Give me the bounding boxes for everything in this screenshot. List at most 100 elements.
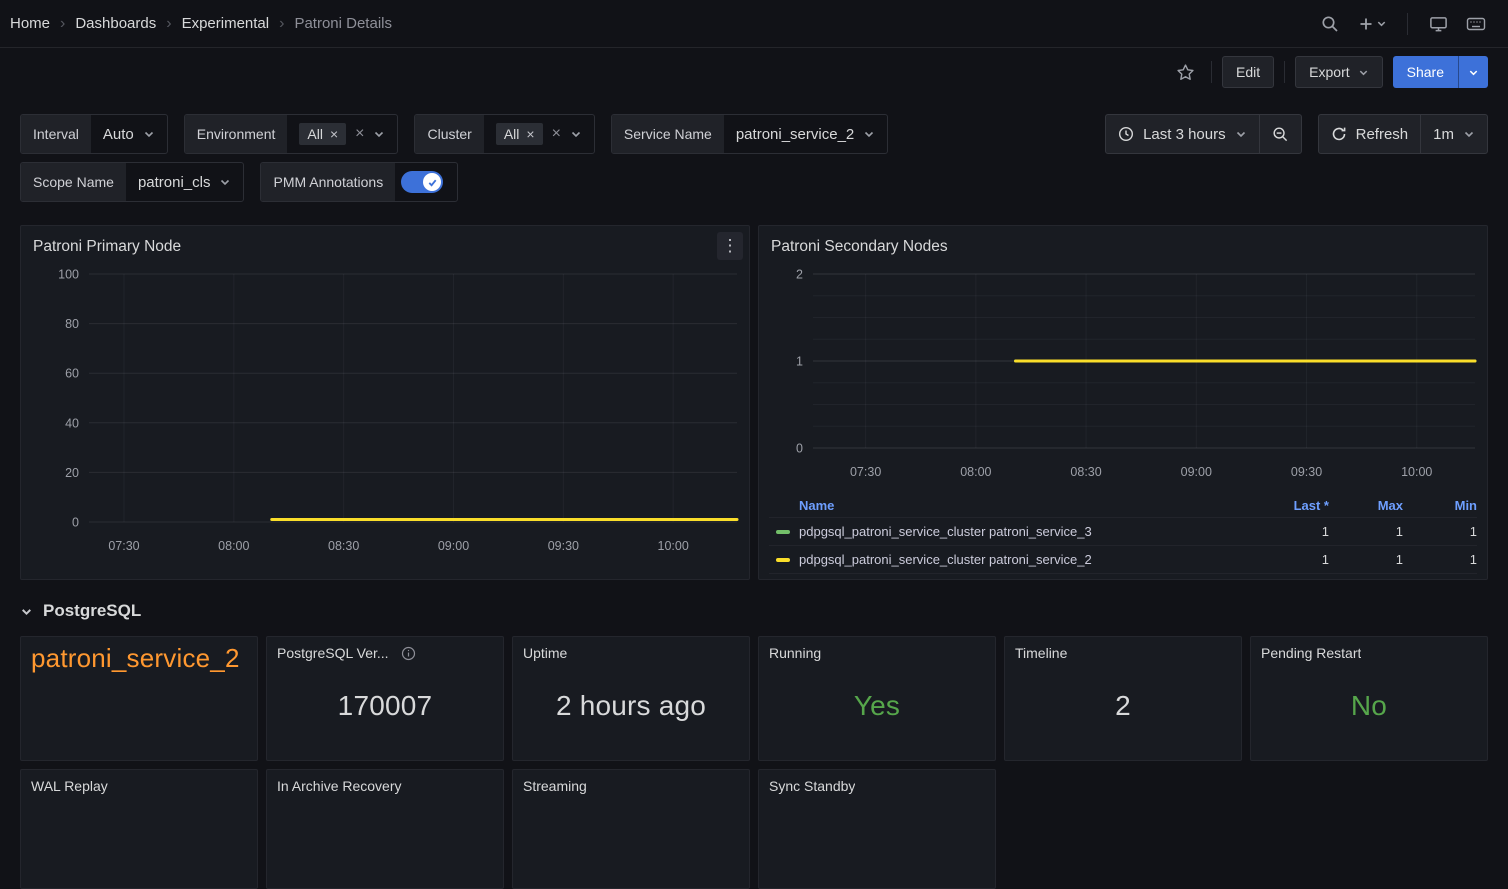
chevron-down-icon <box>1358 67 1369 78</box>
chevron-down-icon <box>1376 18 1387 29</box>
toolbar-divider <box>1211 61 1212 83</box>
svg-text:0: 0 <box>72 516 79 530</box>
legend-series-toggle[interactable]: pdpgsql_patroni_service_cluster patroni_… <box>769 552 1255 567</box>
clock-icon <box>1118 126 1134 142</box>
legend-min-value: 1 <box>1403 552 1477 567</box>
breadcrumb-current-page: Patroni Details <box>294 15 392 32</box>
chip-remove-icon[interactable]: × <box>526 127 534 141</box>
cluster-chip-all[interactable]: All × <box>496 123 543 145</box>
legend-column-min[interactable]: Min <box>1403 498 1477 513</box>
stat-panel-running: Running Yes <box>758 636 996 761</box>
interval-value: Auto <box>103 126 134 143</box>
breadcrumb: Home › Dashboards › Experimental › Patro… <box>10 15 392 33</box>
breadcrumb-dashboards[interactable]: Dashboards <box>75 15 156 32</box>
legend-last-value: 1 <box>1255 524 1329 539</box>
chevron-down-icon <box>1463 128 1475 140</box>
interval-select[interactable]: Auto <box>91 115 167 153</box>
svg-text:09:30: 09:30 <box>548 539 579 553</box>
clear-selection-icon[interactable]: × <box>552 125 561 143</box>
add-dropdown-button[interactable] <box>1352 12 1393 36</box>
scope-name-variable: Scope Name patroni_cls <box>20 162 244 202</box>
refresh-label: Refresh <box>1356 126 1409 143</box>
panel-title[interactable]: Patroni Secondary Nodes <box>767 232 1479 260</box>
tv-mode-icon[interactable] <box>1422 8 1454 40</box>
panel-title[interactable]: Patroni Primary Node <box>29 232 741 260</box>
legend-column-max[interactable]: Max <box>1329 498 1403 513</box>
breadcrumb-home[interactable]: Home <box>10 15 50 32</box>
row-postgresql-collapse[interactable]: PostgreSQL <box>20 596 1488 626</box>
legend-column-last[interactable]: Last * <box>1255 498 1329 513</box>
edit-button-label: Edit <box>1236 64 1260 80</box>
cluster-label: Cluster <box>415 115 483 153</box>
service-name-select[interactable]: patroni_service_2 <box>724 115 887 153</box>
environment-chip-all[interactable]: All × <box>299 123 346 145</box>
edit-button[interactable]: Edit <box>1222 56 1274 88</box>
stat-title: In Archive Recovery <box>277 778 402 794</box>
stat-panel-postgresql-version: PostgreSQL Ver... 170007 <box>266 636 504 761</box>
svg-text:10:00: 10:00 <box>658 539 689 553</box>
check-icon <box>427 177 438 188</box>
stat-value: patroni_service_2 <box>31 643 240 674</box>
time-range-controls: Last 3 hours <box>1105 114 1302 154</box>
cluster-select[interactable]: All × × <box>484 115 594 153</box>
stat-title: Running <box>769 645 821 661</box>
chip-label: All <box>504 126 520 142</box>
legend-series-name: pdpgsql_patroni_service_cluster patroni_… <box>799 552 1092 567</box>
environment-select[interactable]: All × × <box>287 115 397 153</box>
chip-remove-icon[interactable]: × <box>330 127 338 141</box>
breadcrumb-experimental[interactable]: Experimental <box>182 15 270 32</box>
svg-text:07:30: 07:30 <box>850 465 881 479</box>
secondary-nodes-chart[interactable]: 01207:3008:0008:3009:0009:3010:00 <box>767 260 1481 492</box>
toolbar-divider <box>1284 61 1285 83</box>
zoom-out-time-button[interactable] <box>1260 115 1301 153</box>
share-button[interactable]: Share <box>1393 56 1458 88</box>
breadcrumb-separator: › <box>60 15 65 33</box>
chevron-down-icon <box>143 128 155 140</box>
service-name-value: patroni_service_2 <box>736 126 854 143</box>
interval-label: Interval <box>21 115 91 153</box>
legend-last-value: 1 <box>1255 552 1329 567</box>
top-nav-actions <box>1314 8 1492 40</box>
svg-text:08:00: 08:00 <box>218 539 249 553</box>
legend-row: pdpgsql_patroni_service_cluster patroni_… <box>769 546 1477 574</box>
chevron-down-icon <box>20 605 33 618</box>
share-dropdown-button[interactable] <box>1458 56 1488 88</box>
svg-text:08:30: 08:30 <box>328 539 359 553</box>
refresh-interval-select[interactable]: 1m <box>1421 115 1487 153</box>
time-range-label: Last 3 hours <box>1143 126 1226 143</box>
stat-title: Streaming <box>523 778 587 794</box>
legend-row: pdpgsql_patroni_service_cluster patroni_… <box>769 518 1477 546</box>
primary-node-chart[interactable]: 02040608010007:3008:0008:3009:0009:3010:… <box>29 260 743 564</box>
series-color-swatch <box>776 530 790 534</box>
refresh-button[interactable]: Refresh <box>1319 115 1421 153</box>
share-button-group: Share <box>1393 56 1488 88</box>
legend-series-toggle[interactable]: pdpgsql_patroni_service_cluster patroni_… <box>769 524 1255 539</box>
svg-text:0: 0 <box>796 442 803 456</box>
clear-selection-icon[interactable]: × <box>355 125 364 143</box>
star-icon[interactable] <box>1169 56 1201 88</box>
svg-text:1: 1 <box>796 355 803 369</box>
export-button[interactable]: Export <box>1295 56 1382 88</box>
legend-max-value: 1 <box>1329 524 1403 539</box>
stat-panel-timeline: Timeline 2 <box>1004 636 1242 761</box>
svg-text:08:00: 08:00 <box>960 465 991 479</box>
scope-name-value: patroni_cls <box>138 174 211 191</box>
scope-name-label: Scope Name <box>21 163 126 201</box>
panel-patroni-secondary-nodes: Patroni Secondary Nodes 01207:3008:0008:… <box>758 225 1488 580</box>
pmm-annotations-toggle[interactable] <box>401 171 443 193</box>
stat-title: Pending Restart <box>1261 645 1361 661</box>
dashboard-variables: Interval Auto Environment All × × Cluste… <box>20 114 1488 202</box>
zoom-out-icon <box>1272 126 1289 143</box>
time-range-picker[interactable]: Last 3 hours <box>1106 115 1259 153</box>
keyboard-shortcuts-icon[interactable] <box>1460 8 1492 40</box>
info-icon[interactable] <box>401 646 416 661</box>
chevron-down-icon <box>373 128 385 140</box>
scope-name-select[interactable]: patroni_cls <box>126 163 244 201</box>
legend-column-name[interactable]: Name <box>769 498 1255 513</box>
nav-divider <box>1407 13 1408 35</box>
search-icon[interactable] <box>1314 8 1346 40</box>
panel-menu-icon[interactable]: ⋮ <box>717 232 743 260</box>
svg-text:80: 80 <box>65 317 79 331</box>
stat-value: Yes <box>854 690 900 722</box>
legend-min-value: 1 <box>1403 524 1477 539</box>
